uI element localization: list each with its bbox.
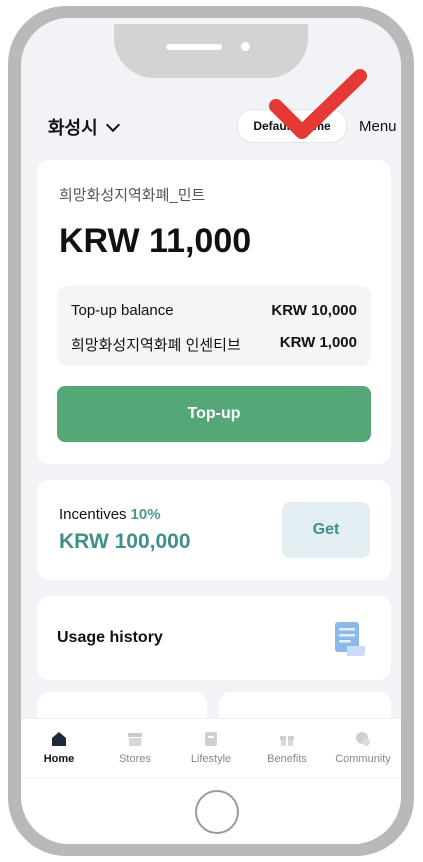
topup-button[interactable]: Top-up xyxy=(57,386,371,442)
home-icon xyxy=(52,732,66,746)
speaker-grille xyxy=(166,44,222,50)
city-label: 화성시 xyxy=(48,118,98,138)
store-icon xyxy=(128,733,142,746)
chevron-down-icon xyxy=(105,117,120,133)
wallet-card: 희망화성지역화폐_민트 KRW 11,000 Top-up balance KR… xyxy=(37,160,391,464)
incentives-amount: KRW 100,000 xyxy=(59,530,191,553)
balance-row-label: Top-up balance xyxy=(71,302,174,319)
tab-label: Lifestyle xyxy=(190,753,232,765)
phone-home-button[interactable] xyxy=(195,790,239,834)
tab-label: Home xyxy=(43,753,75,765)
tab-lifestyle[interactable]: Lifestyle xyxy=(173,719,249,777)
incentives-percent: 10% xyxy=(130,506,161,523)
incentive-row: 희망화성지역화폐 인센티브 KRW 1,000 xyxy=(71,334,357,355)
wallet-name: 희망화성지역화폐_민트 xyxy=(59,187,206,204)
wallet-total-amount: KRW 11,000 xyxy=(59,222,252,260)
tab-label: Community xyxy=(335,753,391,765)
incentive-row-value: KRW 1,000 xyxy=(279,334,357,351)
checkmark-annotation-icon xyxy=(269,69,367,139)
app-screen: 화성시 Default Home Menu 희망화성지역화폐_민트 KRW 11… xyxy=(21,18,401,778)
phone-frame: 화성시 Default Home Menu 희망화성지역화폐_민트 KRW 11… xyxy=(8,6,414,856)
tab-community[interactable]: Community xyxy=(325,719,401,777)
lifestyle-icon xyxy=(205,732,217,746)
receipt-icon xyxy=(335,622,365,656)
tab-benefits[interactable]: Benefits xyxy=(249,719,325,777)
incentives-heading: Incentives 10% xyxy=(59,506,161,523)
tab-label: Benefits xyxy=(267,753,307,765)
front-camera xyxy=(241,42,250,51)
balance-breakdown: Top-up balance KRW 10,000 희망화성지역화폐 인센티브 … xyxy=(57,286,371,366)
balance-row: Top-up balance KRW 10,000 xyxy=(71,302,357,319)
chat-icon xyxy=(356,732,370,746)
phone-inner: 화성시 Default Home Menu 희망화성지역화폐_민트 KRW 11… xyxy=(21,18,401,844)
gift-icon xyxy=(280,736,294,746)
bottom-tab-bar: Home Stores Lifestyle Benefits Community xyxy=(21,718,401,777)
get-incentive-button[interactable]: Get xyxy=(282,502,370,558)
tab-label: Stores xyxy=(119,753,151,765)
incentives-label: Incentives xyxy=(59,506,127,523)
usage-history-card[interactable]: Usage history xyxy=(37,596,391,680)
tab-stores[interactable]: Stores xyxy=(97,719,173,777)
incentives-card: Incentives 10% KRW 100,000 Get xyxy=(37,480,391,580)
tab-home[interactable]: Home xyxy=(21,719,97,777)
usage-history-title: Usage history xyxy=(57,629,163,646)
incentive-row-label: 희망화성지역화폐 인센티브 xyxy=(71,337,241,354)
balance-row-value: KRW 10,000 xyxy=(271,302,357,319)
city-selector[interactable]: 화성시 xyxy=(48,114,120,140)
